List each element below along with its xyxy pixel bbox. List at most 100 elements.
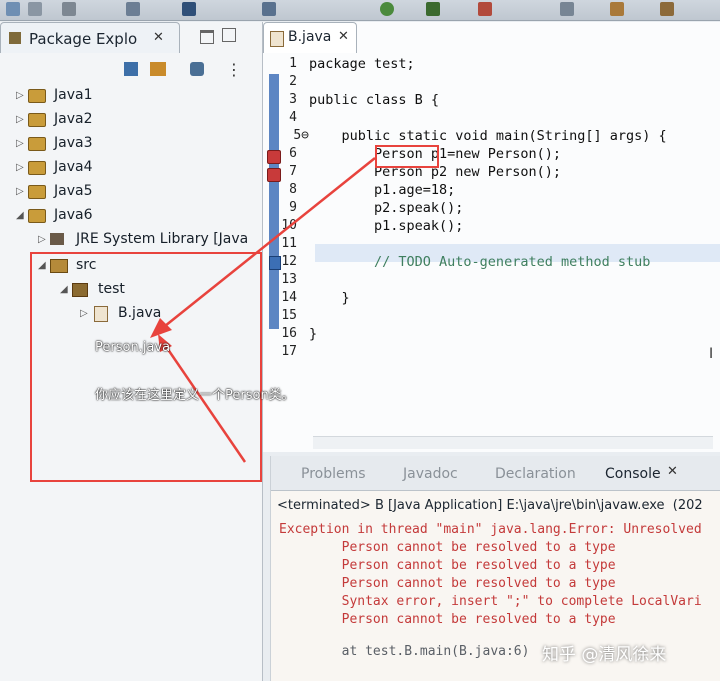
tab-problems-label: Problems	[301, 466, 366, 482]
link-editor-icon[interactable]	[150, 62, 166, 76]
code-line-comment: // TODO Auto-generated method stub	[309, 254, 651, 270]
project-icon	[28, 185, 46, 199]
code-line: p1.age=18;	[309, 182, 456, 198]
console-line: Person cannot be resolved to a type	[279, 576, 616, 591]
main-toolbar	[0, 0, 720, 21]
project-icon	[28, 137, 46, 151]
line-number: 10	[281, 218, 297, 233]
console-line: Exception in thread "main" java.lang.Err…	[279, 522, 702, 537]
annotation-note-hint: 你应该在这里定义一个Person类。	[95, 388, 295, 403]
minimize-icon[interactable]	[200, 30, 214, 44]
code-line: }	[309, 290, 350, 306]
console-tabs-bar: Problems Javadoc Declaration Console ✕	[271, 456, 720, 491]
line-number: 3	[289, 92, 297, 107]
tree-item-label: Java6	[54, 207, 93, 223]
code-line: public class B {	[309, 92, 440, 108]
project-icon	[28, 161, 46, 175]
tab-javadoc-label: Javadoc	[403, 466, 458, 482]
line-number: 4	[289, 110, 297, 125]
project-icon	[28, 113, 46, 127]
search-icon[interactable]	[126, 2, 140, 16]
package-explorer-tab[interactable]: Package Explo ✕	[0, 22, 180, 53]
tab-console-label: Console	[605, 466, 661, 482]
editor-tab-title: B.java	[288, 29, 332, 45]
expand-arrow-icon[interactable]: ▷	[16, 114, 24, 125]
debug-icon[interactable]	[182, 2, 196, 16]
print-icon[interactable]	[62, 2, 76, 16]
code-line: }	[309, 326, 318, 342]
tree-item-label: Java2	[54, 111, 93, 127]
line-number: 6	[289, 146, 297, 161]
tab-problems[interactable]: Problems	[281, 466, 366, 482]
horizontal-scrollbar[interactable]	[313, 436, 713, 449]
close-icon[interactable]: ✕	[338, 29, 349, 44]
tree-item-label: Java1	[54, 87, 93, 103]
nav-forward-icon[interactable]	[478, 2, 492, 16]
save-icon[interactable]	[28, 2, 42, 16]
tree-item-label: Java4	[54, 159, 93, 175]
tab-javadoc[interactable]: Javadoc	[387, 466, 458, 482]
tree-item-java6[interactable]: ◢ Java6	[16, 206, 256, 226]
more-options-icon[interactable]: ⋮	[226, 60, 242, 79]
project-icon	[28, 209, 46, 223]
package-explorer-icon	[9, 32, 21, 44]
expand-arrow-icon[interactable]: ▷	[38, 234, 46, 245]
console-line: Person cannot be resolved to a type	[279, 558, 616, 573]
code-line: public static void main(String[] args) {	[309, 128, 667, 144]
library-icon	[50, 233, 64, 245]
maximize-icon[interactable]	[222, 28, 236, 42]
annotation-box-person	[375, 145, 439, 168]
annotation-box-src	[30, 252, 262, 482]
toolbar-misc-icon[interactable]	[560, 2, 574, 16]
nav-back-icon[interactable]	[262, 2, 276, 16]
collapse-arrow-icon[interactable]: ◢	[16, 210, 24, 221]
editor-tab-b-java[interactable]: B.java ✕	[263, 22, 357, 53]
tree-item-java1[interactable]: ▷ Java1	[16, 86, 256, 106]
tree-item-java2[interactable]: ▷ Java2	[16, 110, 256, 130]
annotation-note-file: Person.java	[95, 340, 171, 355]
code-line: package test;	[309, 56, 415, 72]
project-icon	[28, 89, 46, 103]
run-icon[interactable]	[380, 2, 394, 16]
close-icon[interactable]: ✕	[153, 30, 164, 45]
line-number: 16	[281, 326, 297, 341]
console-line: Person cannot be resolved to a type	[279, 540, 616, 555]
package-explorer-title: Package Explo	[29, 30, 138, 48]
line-number: 12	[281, 254, 297, 269]
tree-item-java5[interactable]: ▷ Java5	[16, 182, 256, 202]
new-icon[interactable]	[6, 2, 20, 16]
toolbar-tool-icon[interactable]	[660, 2, 674, 16]
collapse-all-icon[interactable]	[124, 62, 138, 76]
expand-arrow-icon[interactable]: ▷	[16, 186, 24, 197]
java-file-icon	[270, 31, 284, 47]
close-icon[interactable]: ✕	[667, 464, 678, 479]
code-line: p2.speak();	[309, 200, 464, 216]
tab-console[interactable]: Console	[587, 466, 661, 482]
expand-arrow-icon[interactable]: ▷	[16, 138, 24, 149]
toolbar-folder-icon[interactable]	[610, 2, 624, 16]
tree-item-jre[interactable]: ▷ JRE System Library [Java	[38, 230, 258, 250]
view-menu-icon[interactable]	[190, 62, 204, 76]
console-line: Person cannot be resolved to a type	[279, 612, 616, 627]
tab-declaration[interactable]: Declaration	[477, 466, 576, 482]
tree-item-label: Java5	[54, 183, 93, 199]
tree-item-label: Java3	[54, 135, 93, 151]
line-number: 11	[281, 236, 297, 251]
console-stack-line[interactable]: at test.B.main(B.java:6)	[279, 644, 530, 659]
tree-item-java4[interactable]: ▷ Java4	[16, 158, 256, 178]
tab-declaration-label: Declaration	[495, 466, 576, 482]
console-line: Syntax error, insert ";" to complete Loc…	[279, 594, 702, 609]
expand-arrow-icon[interactable]: ▷	[16, 162, 24, 173]
external-tools-icon[interactable]	[426, 2, 440, 16]
line-number: 7	[289, 164, 297, 179]
line-number: 17	[281, 344, 297, 359]
line-number: 9	[289, 200, 297, 215]
line-number: 2	[289, 74, 297, 89]
tree-item-label: JRE System Library [Java	[76, 231, 249, 247]
code-line: p1.speak();	[309, 218, 464, 234]
expand-arrow-icon[interactable]: ▷	[16, 90, 24, 101]
text-cursor-icon: I	[709, 346, 714, 362]
line-number: 8	[289, 182, 297, 197]
tree-item-java3[interactable]: ▷ Java3	[16, 134, 256, 154]
code-editor[interactable]: B.java ✕ 1 2 3 4 5⊖ 6 7 8 9 10 11 12 13 …	[263, 22, 720, 452]
